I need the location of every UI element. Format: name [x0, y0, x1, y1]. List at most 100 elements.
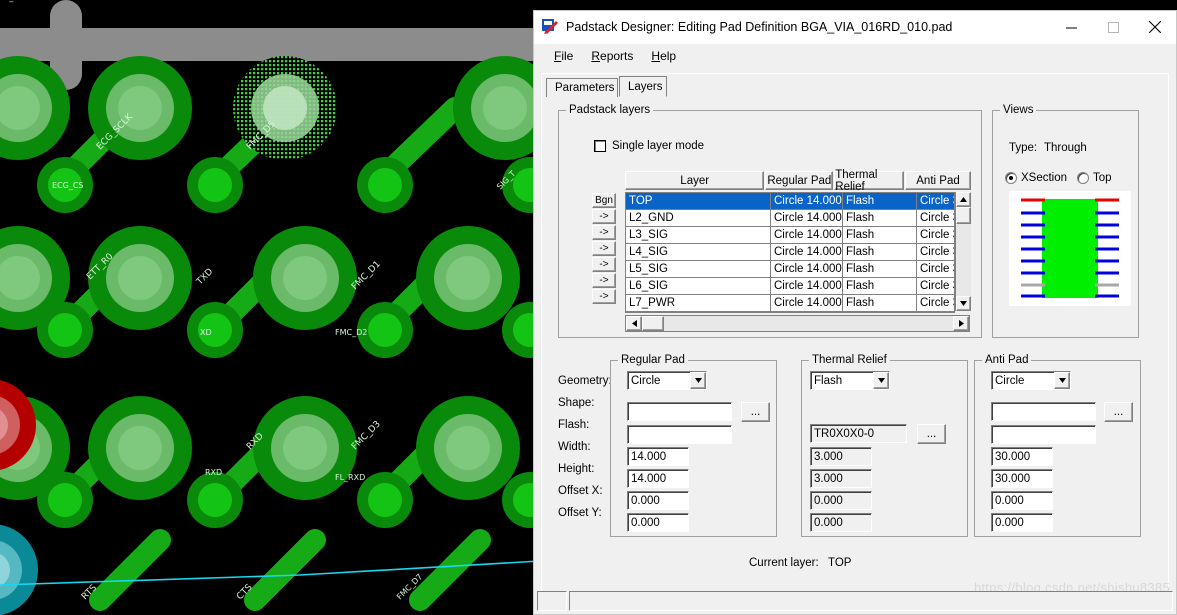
row-marker-2[interactable]: ->	[592, 225, 616, 240]
table-row[interactable]: L4_SIG Circle 14.000 Flash Circle 30.000	[626, 244, 954, 261]
regular-pad-offset-y-input[interactable]: 0.000	[627, 513, 689, 532]
radio-dot[interactable]	[1077, 172, 1089, 184]
vertical-scroll-track[interactable]	[956, 224, 971, 296]
cell-anti-pad[interactable]: Circle 30.000	[917, 193, 954, 210]
radio-xsection[interactable]: XSection	[1005, 172, 1067, 184]
regular-pad-height-input[interactable]: 14.000	[627, 469, 689, 488]
horizontal-scroll-thumb[interactable]	[642, 316, 664, 331]
regular-pad-width-input[interactable]: 14.000	[627, 447, 689, 466]
cell-regular-pad[interactable]: Circle 14.000	[771, 244, 843, 261]
cell-anti-pad[interactable]: Circle 30.000	[917, 210, 954, 227]
cell-layer[interactable]: L5_SIG	[626, 261, 771, 278]
anti-pad-offset-y-input[interactable]: 0.000	[991, 513, 1053, 532]
scroll-up-arrow-icon[interactable]	[956, 192, 971, 207]
thermal-relief-offset-y-input[interactable]: 0.000	[810, 513, 872, 532]
table-row[interactable]: L6_SIG Circle 14.000 Flash Circle 30.000	[626, 278, 954, 295]
table-row[interactable]: L7_PWR Circle 14.000 Flash Circle 30.000	[626, 295, 954, 312]
row-marker-1[interactable]: ->	[592, 209, 616, 224]
thermal-relief-offset-x-input[interactable]: 0.000	[810, 491, 872, 510]
column-header-thermal-relief[interactable]: Thermal Relief	[834, 171, 904, 190]
cell-regular-pad[interactable]: Circle 14.000	[771, 295, 843, 312]
cell-anti-pad[interactable]: Circle 30.000	[917, 295, 954, 312]
cell-layer[interactable]: L7_PWR	[626, 295, 771, 312]
tab-layers[interactable]: Layers	[619, 76, 667, 97]
padstack-designer-window: Padstack Designer: Editing Pad Definitio…	[533, 10, 1177, 615]
row-marker-bgn[interactable]: Bgn	[592, 193, 616, 208]
radio-dot[interactable]	[1005, 172, 1017, 184]
cell-anti-pad[interactable]: Circle 30.000	[917, 227, 954, 244]
regular-pad-browse-button[interactable]: ...	[741, 402, 770, 422]
cell-thermal-relief[interactable]: Flash	[843, 227, 917, 244]
thermal-relief-flash-input[interactable]: TR0X0X0-0	[810, 424, 907, 443]
cell-regular-pad[interactable]: Circle 14.000	[771, 261, 843, 278]
scroll-down-arrow-icon[interactable]	[956, 296, 971, 311]
cell-layer[interactable]: L3_SIG	[626, 227, 771, 244]
regular-pad-flash-input[interactable]	[627, 425, 732, 444]
layers-grid: TOP Circle 14.000 Flash Circle 30.000 L2…	[625, 192, 955, 313]
svg-text:ECG_CS: ECG_CS	[52, 181, 84, 190]
table-row[interactable]: L3_SIG Circle 14.000 Flash Circle 30.000	[626, 227, 954, 244]
row-marker-6[interactable]: ->	[592, 289, 616, 304]
chevron-down-icon[interactable]	[1054, 372, 1070, 389]
anti-pad-flash-input[interactable]	[991, 425, 1096, 444]
anti-pad-offset-x-input[interactable]: 0.000	[991, 491, 1053, 510]
cell-anti-pad[interactable]: Circle 30.000	[917, 278, 954, 295]
cell-regular-pad[interactable]: Circle 14.000	[771, 193, 843, 210]
regular-pad-geometry-select[interactable]: Circle	[627, 371, 707, 390]
column-header-anti-pad[interactable]: Anti Pad	[905, 171, 971, 190]
anti-pad-geometry-select[interactable]: Circle	[991, 371, 1071, 390]
single-layer-mode-checkbox[interactable]: Single layer mode	[594, 140, 704, 152]
chevron-down-icon[interactable]	[690, 372, 706, 389]
anti-pad-width-input[interactable]: 30.000	[991, 447, 1053, 466]
regular-pad-offset-x-input[interactable]: 0.000	[627, 491, 689, 510]
anti-pad-browse-button[interactable]: ...	[1104, 402, 1133, 422]
scroll-left-arrow-icon[interactable]	[626, 316, 642, 331]
vertical-scroll-thumb[interactable]	[956, 207, 971, 224]
cell-thermal-relief[interactable]: Flash	[843, 193, 917, 210]
cell-thermal-relief[interactable]: Flash	[843, 278, 917, 295]
radio-xsection-label: XSection	[1021, 172, 1067, 184]
cell-layer[interactable]: L4_SIG	[626, 244, 771, 261]
menu-reports[interactable]: Reports	[582, 47, 642, 65]
cell-thermal-relief[interactable]: Flash	[843, 244, 917, 261]
field-label-height: Height:	[558, 463, 594, 475]
cell-regular-pad[interactable]: Circle 14.000	[771, 210, 843, 227]
minimize-button[interactable]	[1050, 11, 1092, 43]
cell-thermal-relief[interactable]: Flash	[843, 295, 917, 312]
table-row[interactable]: L5_SIG Circle 14.000 Flash Circle 30.000	[626, 261, 954, 278]
checkbox-box[interactable]	[594, 140, 606, 152]
thermal-relief-browse-button[interactable]: ...	[917, 424, 946, 444]
thermal-relief-geometry-select[interactable]: Flash	[810, 371, 890, 390]
scroll-right-arrow-icon[interactable]	[953, 316, 969, 331]
cell-layer[interactable]: L2_GND	[626, 210, 771, 227]
horizontal-scroll-track[interactable]	[664, 316, 953, 331]
regular-pad-shape-input[interactable]	[627, 402, 732, 421]
cell-regular-pad[interactable]: Circle 14.000	[771, 278, 843, 295]
cell-anti-pad[interactable]: Circle 30.000	[917, 244, 954, 261]
table-vertical-scrollbar[interactable]	[955, 192, 971, 311]
column-header-regular-pad[interactable]: Regular Pad	[765, 171, 833, 190]
anti-pad-height-input[interactable]: 30.000	[991, 469, 1053, 488]
thermal-relief-height-input[interactable]: 3.000	[810, 469, 872, 488]
chevron-down-icon[interactable]	[873, 372, 889, 389]
close-button[interactable]	[1134, 11, 1176, 43]
cell-anti-pad[interactable]: Circle 30.000	[917, 261, 954, 278]
cell-thermal-relief[interactable]: Flash	[843, 210, 917, 227]
row-marker-3[interactable]: ->	[592, 241, 616, 256]
maximize-button[interactable]	[1092, 11, 1134, 43]
row-marker-5[interactable]: ->	[592, 273, 616, 288]
cell-regular-pad[interactable]: Circle 14.000	[771, 227, 843, 244]
row-marker-4[interactable]: ->	[592, 257, 616, 272]
cell-layer[interactable]: L6_SIG	[626, 278, 771, 295]
cell-thermal-relief[interactable]: Flash	[843, 261, 917, 278]
radio-top[interactable]: Top	[1077, 172, 1112, 184]
thermal-relief-width-input[interactable]: 3.000	[810, 447, 872, 466]
table-row[interactable]: TOP Circle 14.000 Flash Circle 30.000	[626, 193, 954, 210]
table-horizontal-scrollbar[interactable]	[625, 315, 970, 332]
menu-help[interactable]: Help	[642, 47, 685, 65]
table-row[interactable]: L2_GND Circle 14.000 Flash Circle 30.000	[626, 210, 954, 227]
cell-layer[interactable]: TOP	[626, 193, 771, 210]
anti-pad-shape-input[interactable]	[991, 402, 1096, 421]
menu-file[interactable]: FFileile	[545, 47, 582, 65]
column-header-layer[interactable]: Layer	[625, 171, 764, 190]
